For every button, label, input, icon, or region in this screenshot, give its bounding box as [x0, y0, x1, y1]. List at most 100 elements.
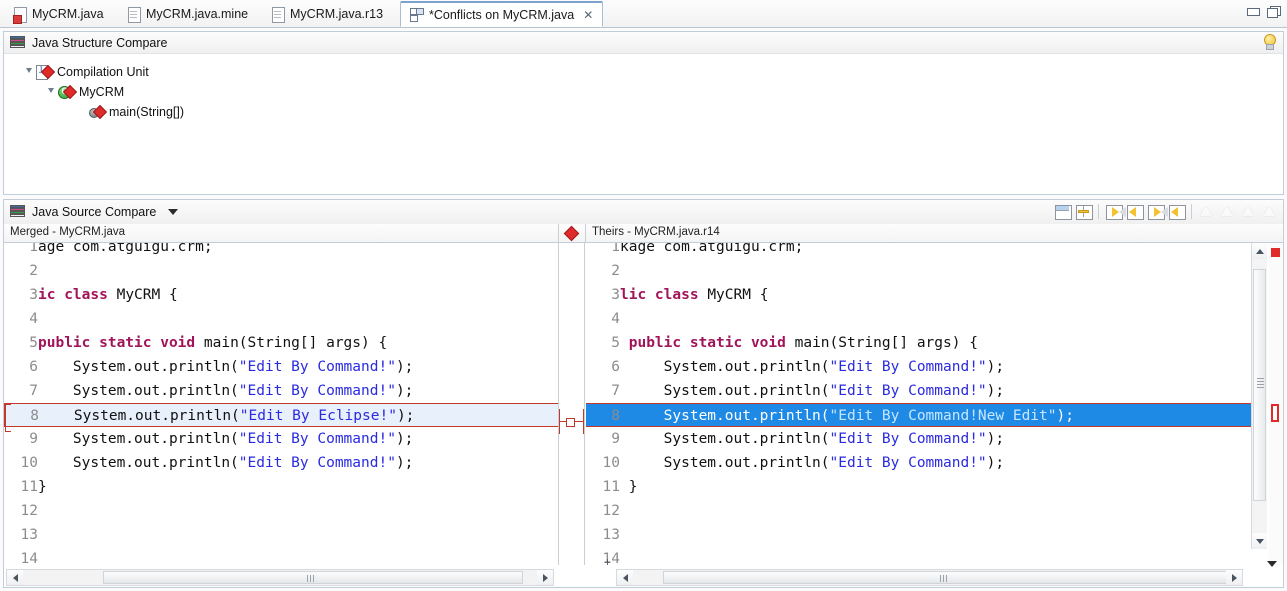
tab-label: *Conflicts on MyCRM.java: [429, 7, 575, 22]
code-line[interactable]: 3ic class MyCRM {: [4, 283, 558, 307]
expand-arrow-icon[interactable]: [22, 68, 36, 76]
scrollbar-thumb[interactable]: [103, 571, 523, 584]
connector-handle[interactable]: [566, 418, 575, 427]
expand-arrow-icon[interactable]: [44, 88, 58, 96]
code-line[interactable]: 10 System.out.println("Edit By Command!"…: [586, 451, 1257, 475]
code-token: "Edit By Command!": [829, 431, 987, 447]
line-number: 8: [611, 408, 620, 424]
pane-headers: Merged - MyCRM.java Theirs - MyCRM.java.…: [4, 224, 1283, 243]
copy-left-icon[interactable]: [1125, 202, 1144, 221]
line-number: 5: [29, 335, 38, 351]
eclipse-compare-editor: MyCRM.java MyCRM.java.mine MyCRM.java.r1…: [0, 0, 1287, 591]
right-code-area[interactable]: 1kage com.atguigu.crm; 2 3lic class MyCRM …: [586, 243, 1257, 565]
code-line[interactable]: 13: [4, 523, 558, 547]
two-pane-icon[interactable]: [1053, 202, 1072, 221]
left-code-area[interactable]: 1age com.atguigu.crm; 2 3ic class MyCRM {4…: [4, 243, 558, 565]
minimize-icon[interactable]: [1246, 5, 1260, 17]
code-line[interactable]: 3lic class MyCRM {: [586, 283, 1257, 307]
line-number: 11: [20, 479, 38, 495]
tree-item-compilation-unit[interactable]: Compilation Unit: [22, 62, 1283, 82]
scroll-down-button[interactable]: [1252, 533, 1267, 549]
code-token: }: [620, 479, 638, 495]
tab-mycrm-java[interactable]: MyCRM.java: [4, 2, 113, 26]
code-line[interactable]: 4: [4, 307, 558, 331]
line-number: 9: [611, 431, 620, 447]
code-line[interactable]: 5 public static void main(String[] args)…: [586, 331, 1257, 355]
right-pane-vertical-scrollbar[interactable]: [1251, 243, 1267, 549]
scroll-left-button[interactable]: [617, 570, 633, 585]
left-pane-horizontal-scrollbar[interactable]: [6, 569, 554, 586]
code-token: System.out.println(: [620, 455, 830, 471]
code-line[interactable]: 5public static void main(String[] args) …: [4, 331, 558, 355]
code-line[interactable]: 8 System.out.println("Edit By Command!Ne…: [586, 403, 1257, 427]
code-line[interactable]: 1kage com.atguigu.crm;: [586, 243, 1257, 259]
code-line[interactable]: 9 System.out.println("Edit By Command!")…: [586, 427, 1257, 451]
prev-change-icon[interactable]: [1260, 202, 1279, 221]
line-number: 9: [29, 431, 38, 447]
code-line[interactable]: 1age com.atguigu.crm;: [4, 243, 558, 259]
merge-connector-ribbon[interactable]: [558, 243, 585, 565]
line-number: 4: [611, 311, 620, 327]
tab-conflicts-on-mycrm-java[interactable]: *Conflicts on MyCRM.java ✕: [400, 1, 604, 27]
code-line[interactable]: 2: [586, 259, 1257, 283]
scrollbar-thumb[interactable]: [1253, 269, 1266, 501]
line-number: 1: [611, 243, 620, 255]
line-text: }: [38, 475, 47, 499]
scroll-right-button[interactable]: [537, 570, 553, 585]
code-token: System.out.println(: [38, 383, 239, 399]
code-line[interactable]: 10 System.out.println("Edit By Command!"…: [4, 451, 558, 475]
next-diff-icon[interactable]: [1197, 202, 1216, 221]
code-line[interactable]: 4: [586, 307, 1257, 331]
right-editor-pane[interactable]: 1kage com.atguigu.crm; 2 3lic class MyCRM …: [586, 243, 1257, 565]
tab-mycrm-java-r13[interactable]: MyCRM.java.r13: [262, 2, 392, 26]
copy-left-filled-icon[interactable]: [1167, 202, 1186, 221]
three-pane-icon[interactable]: [1074, 202, 1093, 221]
right-pane-horizontal-scrollbar[interactable]: [616, 569, 1243, 586]
code-token: MyCRM {: [116, 287, 178, 303]
code-token: lic: [620, 287, 655, 303]
code-line[interactable]: 2: [4, 259, 558, 283]
lightbulb-icon[interactable]: [1262, 34, 1276, 51]
code-token: "Edit By Command!": [829, 359, 987, 375]
close-icon[interactable]: ✕: [583, 9, 593, 21]
code-line[interactable]: 13: [586, 523, 1257, 547]
next-change-icon[interactable]: [1239, 202, 1258, 221]
overview-conflict-marker[interactable]: [1271, 404, 1279, 422]
chevron-down-icon[interactable]: [1267, 561, 1277, 567]
copy-all-right-icon[interactable]: [1104, 202, 1126, 221]
overview-ruler[interactable]: [1269, 243, 1283, 565]
line-text: System.out.println("Edit By Command!");: [38, 379, 414, 403]
code-line[interactable]: 12: [586, 499, 1257, 523]
maximize-icon[interactable]: [1267, 5, 1281, 18]
code-line[interactable]: 9 System.out.println("Edit By Command!")…: [4, 427, 558, 451]
overview-marker[interactable]: [1271, 248, 1280, 257]
scroll-up-button[interactable]: [1252, 243, 1267, 259]
code-line[interactable]: 14: [586, 547, 1257, 565]
header-separator: [585, 224, 586, 242]
copy-right-icon[interactable]: [1146, 202, 1168, 221]
code-token: );: [395, 359, 414, 375]
scroll-right-button[interactable]: [1226, 570, 1242, 585]
left-editor-pane[interactable]: 1age com.atguigu.crm; 2 3ic class MyCRM {4…: [4, 243, 558, 565]
tab-mycrm-java-mine[interactable]: MyCRM.java.mine: [118, 2, 257, 26]
line-text: System.out.println("Edit By Command!");: [620, 451, 1004, 475]
line-number: 14: [602, 551, 620, 565]
code-line[interactable]: 8 System.out.println("Edit By Eclipse!")…: [4, 403, 558, 432]
chevron-down-icon[interactable]: [168, 209, 179, 215]
scrollbar-thumb[interactable]: [663, 571, 1229, 584]
code-line[interactable]: 12: [4, 499, 558, 523]
code-line[interactable]: 6 System.out.println("Edit By Command!")…: [4, 355, 558, 379]
code-line[interactable]: 7 System.out.println("Edit By Command!")…: [586, 379, 1257, 403]
code-token: System.out.println(: [620, 431, 830, 447]
code-token: System.out.println(: [39, 408, 240, 424]
code-line[interactable]: 7 System.out.println("Edit By Command!")…: [4, 379, 558, 403]
tree-item-main-method[interactable]: main(String[]): [22, 102, 1283, 122]
code-line[interactable]: 6 System.out.println("Edit By Command!")…: [586, 355, 1257, 379]
tree-item-mycrm[interactable]: MyCRM: [22, 82, 1283, 102]
code-line[interactable]: 11}: [4, 475, 558, 499]
code-line[interactable]: 14: [4, 547, 558, 565]
prev-diff-icon[interactable]: [1218, 202, 1237, 221]
java-structure-compare-pane: Java Structure Compare Compilation Unit …: [3, 31, 1284, 195]
code-line[interactable]: 11 }: [586, 475, 1257, 499]
scroll-left-button[interactable]: [7, 570, 23, 585]
